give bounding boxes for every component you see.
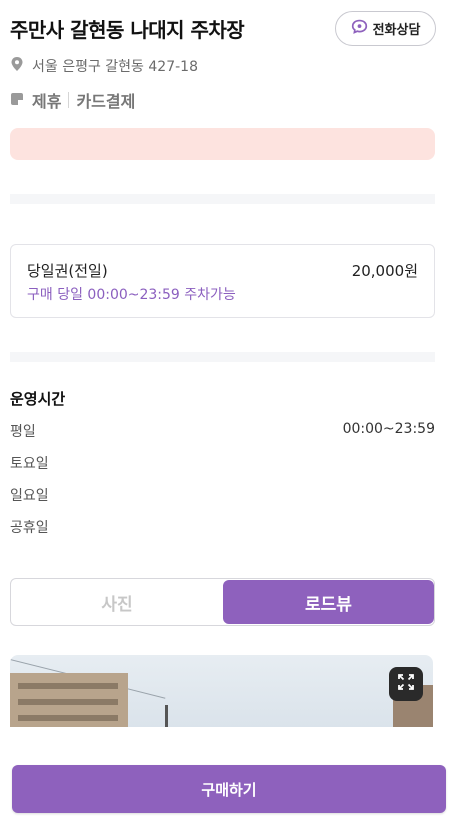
- call-consult-label: 전화상담: [372, 23, 421, 38]
- section-divider: [10, 352, 435, 362]
- ticket-card[interactable]: 당일권(전일) 20,000원 구매 당일 00:00~23:59 주차가능: [10, 244, 435, 318]
- chat-phone-icon: [351, 18, 368, 39]
- ticket-name: 당일권(전일): [27, 262, 108, 280]
- call-consult-button[interactable]: 전화상담: [335, 11, 436, 46]
- tab-photo[interactable]: 사진: [11, 579, 223, 625]
- building-decor: [10, 673, 128, 735]
- window-decor: [18, 715, 118, 721]
- hours-day: 일요일: [10, 488, 49, 504]
- card-tag-icon: [10, 91, 32, 110]
- address-text: 서울 은평구 갈현동 427-18: [32, 59, 198, 75]
- hours-day: 공휴일: [10, 520, 49, 536]
- roadview-image[interactable]: [10, 655, 433, 735]
- hours-title: 운영시간: [10, 390, 66, 408]
- ticket-description: 구매 당일 00:00~23:59 주차가능: [27, 287, 236, 303]
- hours-row: 토요일: [10, 453, 435, 473]
- window-decor: [18, 699, 118, 705]
- page-title: 주만사 갈현동 나대지 주차장: [10, 18, 245, 42]
- location-pin-icon: [10, 56, 24, 76]
- window-decor: [18, 683, 118, 689]
- bottom-bar: 구매하기: [0, 727, 456, 821]
- hours-row: 일요일: [10, 485, 435, 505]
- header: 주만사 갈현동 나대지 주차장 전화상담: [10, 10, 436, 46]
- tag-partner: 제휴: [32, 92, 62, 111]
- expand-button[interactable]: [389, 667, 423, 701]
- address-row: 서울 은평구 갈현동 427-18: [10, 56, 198, 76]
- section-divider: [10, 194, 435, 204]
- tag-row: 제휴 카드결제: [10, 88, 135, 112]
- tag-card-payment: 카드결제: [76, 92, 136, 111]
- purchase-button[interactable]: 구매하기: [12, 765, 446, 813]
- hours-day: 평일: [10, 424, 36, 440]
- tab-roadview[interactable]: 로드뷰: [223, 580, 434, 624]
- hours-row: 평일 00:00~23:59: [10, 421, 435, 441]
- expand-icon: [396, 672, 416, 696]
- hours-time: 00:00~23:59: [342, 421, 435, 437]
- tag-divider: [68, 92, 70, 108]
- view-toggle: 사진 로드뷰: [10, 578, 435, 626]
- hours-day: 토요일: [10, 456, 49, 472]
- hours-row: 공휴일: [10, 517, 435, 537]
- notice-banner: [10, 128, 435, 160]
- ticket-price: 20,000원: [351, 262, 418, 280]
